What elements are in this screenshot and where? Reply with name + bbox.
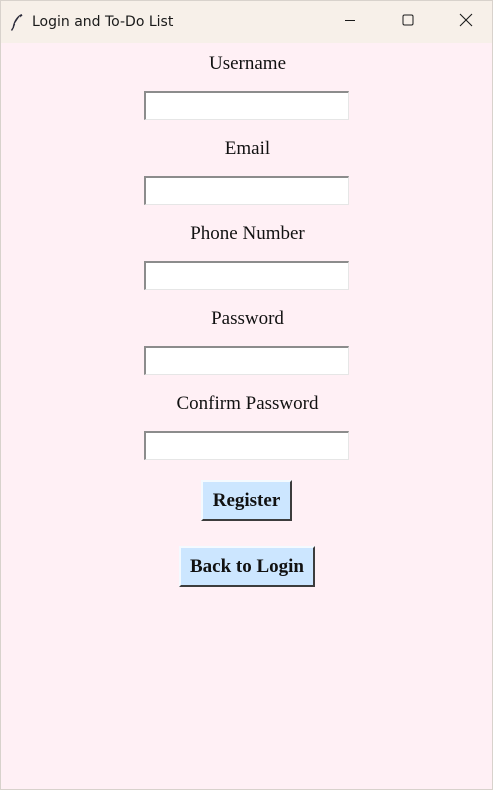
close-icon bbox=[459, 13, 473, 32]
phone-input[interactable] bbox=[144, 261, 349, 290]
app-window: Login and To-Do List Username Email Phon… bbox=[0, 0, 493, 790]
title-bar[interactable]: Login and To-Do List bbox=[1, 1, 492, 43]
minimize-button[interactable] bbox=[321, 1, 379, 43]
back-to-login-button[interactable]: Back to Login bbox=[179, 546, 315, 587]
email-label: Email bbox=[224, 138, 271, 159]
phone-label: Phone Number bbox=[190, 223, 305, 244]
password-label: Password bbox=[211, 308, 284, 329]
close-button[interactable] bbox=[437, 1, 493, 43]
email-input[interactable] bbox=[144, 176, 349, 205]
register-button[interactable]: Register bbox=[201, 480, 292, 521]
minimize-icon bbox=[344, 13, 356, 31]
window-title: Login and To-Do List bbox=[32, 14, 174, 30]
confirm-password-input[interactable] bbox=[144, 431, 349, 460]
username-input[interactable] bbox=[144, 91, 349, 120]
confirm-password-label: Confirm Password bbox=[176, 393, 319, 414]
password-input[interactable] bbox=[144, 346, 349, 375]
feather-icon bbox=[9, 13, 25, 31]
maximize-button[interactable] bbox=[379, 1, 437, 43]
maximize-icon bbox=[402, 13, 414, 31]
username-label: Username bbox=[208, 53, 287, 74]
